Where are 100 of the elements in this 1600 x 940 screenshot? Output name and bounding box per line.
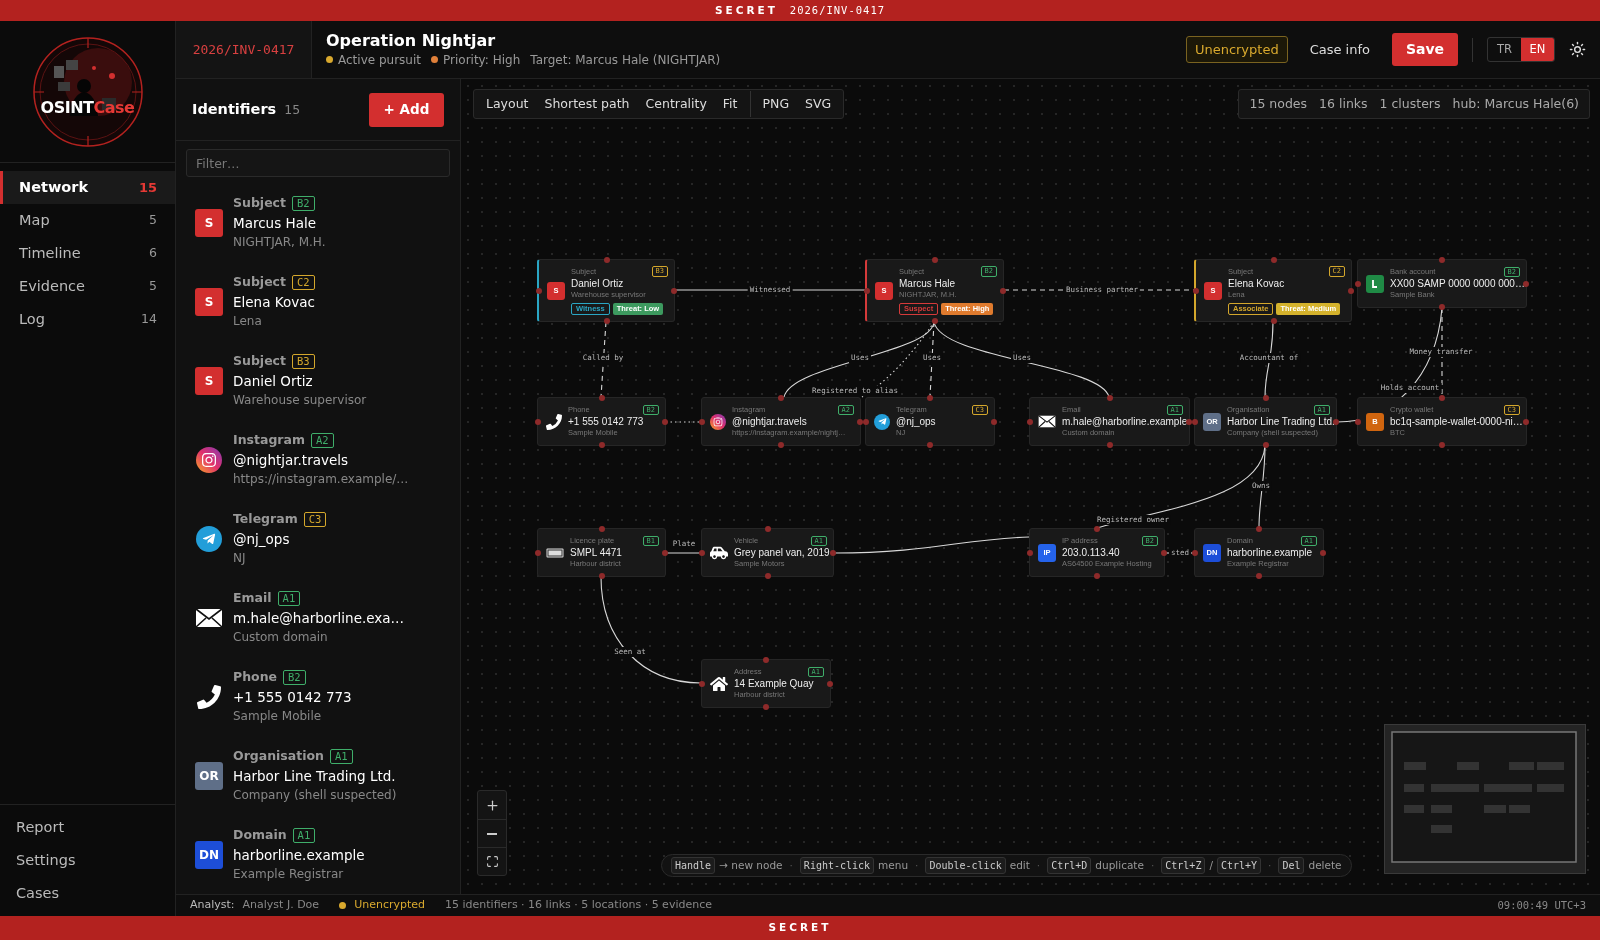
nav-item[interactable]: Timeline 6 [0,237,175,270]
connection-handle[interactable] [536,287,542,294]
identifier-type: Domain [233,826,287,845]
node-title: bc1q-sample-wallet-0000-ni… [1390,415,1523,429]
connection-handle[interactable] [927,395,933,401]
connection-handle[interactable] [764,573,771,579]
filter-field[interactable]: Filter… [186,149,450,177]
identifier-item[interactable]: Instagram A2 @nightjar.travels https://instagram.example/… [176,420,460,499]
nav-item[interactable]: Settings [0,844,175,877]
connection-handle[interactable] [1256,573,1262,579]
language-option[interactable]: TR [1488,38,1521,61]
identifier-item[interactable]: Email A1 m.hale@harborline.exa… Custom domain [176,578,460,657]
connection-handle[interactable] [1000,287,1006,294]
connection-handle[interactable] [603,318,610,324]
connection-handle[interactable] [598,395,605,401]
connection-handle[interactable] [1027,418,1033,425]
envelope-icon [195,607,223,628]
connection-handle[interactable] [778,395,784,401]
connection-handle[interactable] [1320,549,1326,556]
connection-handle[interactable] [671,287,677,294]
toolbar-button[interactable]: PNG [754,91,798,117]
connection-handle[interactable] [598,573,605,579]
connection-handle[interactable] [1027,549,1033,556]
nav-count: 5 [149,211,157,230]
connection-handle[interactable] [1333,418,1339,425]
connection-handle[interactable] [662,549,668,556]
classification-label: SECRET [768,920,832,936]
connection-handle[interactable] [1106,395,1113,401]
toolbar-button[interactable]: Layout [478,91,537,117]
language-option[interactable]: EN [1521,38,1554,61]
connector-line[interactable] [1164,552,1195,554]
connection-handle[interactable] [927,442,933,448]
connection-handle[interactable] [1439,395,1445,401]
connection-handle[interactable] [991,418,997,425]
connection-handle[interactable] [1262,395,1269,401]
connection-handle[interactable] [699,680,705,687]
connection-handle[interactable] [598,526,605,532]
connection-handle[interactable] [699,549,705,556]
connection-handle[interactable] [1523,418,1529,425]
connection-handle[interactable] [778,442,784,448]
save-button[interactable]: Save [1392,33,1458,66]
connection-handle[interactable] [1523,280,1529,287]
connection-handle[interactable] [1270,318,1277,324]
theme-sun-icon[interactable] [1569,41,1586,58]
connection-handle[interactable] [827,680,833,687]
connection-handle[interactable] [932,318,938,324]
connection-handle[interactable] [1161,549,1167,556]
hint-separator: · [914,857,920,873]
connection-handle[interactable] [1355,418,1361,425]
nav-count: 5 [149,277,157,296]
nav-item[interactable]: Map 5 [0,204,175,237]
identifier-name: Daniel Ortiz [233,371,314,391]
toolbar-button[interactable]: Fit [714,91,746,117]
connection-handle[interactable] [1270,257,1277,263]
connection-handle[interactable] [764,526,771,532]
connection-handle[interactable] [1439,442,1445,448]
connection-handle[interactable] [763,704,769,710]
identifier-item[interactable]: Telegram C3 @nj_ops NJ [176,499,460,578]
add-button[interactable]: + Add [369,92,444,127]
nav-item[interactable]: Log 14 [0,303,175,336]
connection-handle[interactable] [1439,257,1445,263]
connector-line[interactable] [833,536,1030,554]
key-cap: Handle [671,857,716,874]
connection-handle[interactable] [1262,442,1269,448]
identifier-item[interactable]: S Subject C2 Elena Kovac Lena [176,262,460,341]
identifier-item[interactable]: DN Domain A1 harborline.example Example Registrar [176,815,460,894]
connection-handle[interactable] [864,287,870,294]
nav-item[interactable]: Evidence 5 [0,270,175,303]
toolbar-button[interactable]: Centrality [637,91,715,117]
connection-handle[interactable] [1192,549,1198,556]
nav-item[interactable]: Report [0,811,175,844]
identifier-item[interactable]: S Subject B3 Daniel Ortiz Warehouse supervisor [176,341,460,420]
minimap[interactable] [1384,724,1586,874]
connection-handle[interactable] [763,657,769,663]
connection-handle[interactable] [598,442,605,448]
connection-handle[interactable] [535,418,541,425]
identifier-item[interactable]: Phone B2 +1 555 0142 773 Sample Mobile [176,657,460,736]
connection-handle[interactable] [932,257,938,263]
connection-handle[interactable] [603,257,610,263]
connection-handle[interactable] [1439,304,1445,310]
key-cap: Ctrl+D [1047,857,1092,874]
connection-handle[interactable] [662,418,668,425]
toolbar-button[interactable]: Shortest path [536,91,638,117]
identifier-item[interactable]: S Subject B2 Marcus Hale NIGHTJAR, M.H. [176,183,460,262]
connection-handle[interactable] [1256,526,1262,532]
nav-item[interactable]: Network 15 [0,171,175,204]
identifier-item[interactable]: OR Organisation A1 Harbor Line Trading Ltd. Company (shell suspected) [176,736,460,815]
key-cap: Right-click [799,857,875,874]
nav-item[interactable]: Cases [0,877,175,910]
toolbar-button[interactable]: SVG [797,91,840,117]
connection-handle[interactable] [1106,442,1113,448]
connection-handle[interactable] [1094,526,1100,532]
node-title: +1 555 0142 773 [568,415,644,429]
connection-handle[interactable] [1193,287,1199,294]
connection-handle[interactable] [830,549,836,556]
case-info-button[interactable]: Case info [1301,33,1378,66]
connection-handle[interactable] [1094,573,1100,579]
connection-handle[interactable] [535,549,541,556]
rating-badge: C3 [303,511,327,528]
connection-handle[interactable] [699,418,705,425]
